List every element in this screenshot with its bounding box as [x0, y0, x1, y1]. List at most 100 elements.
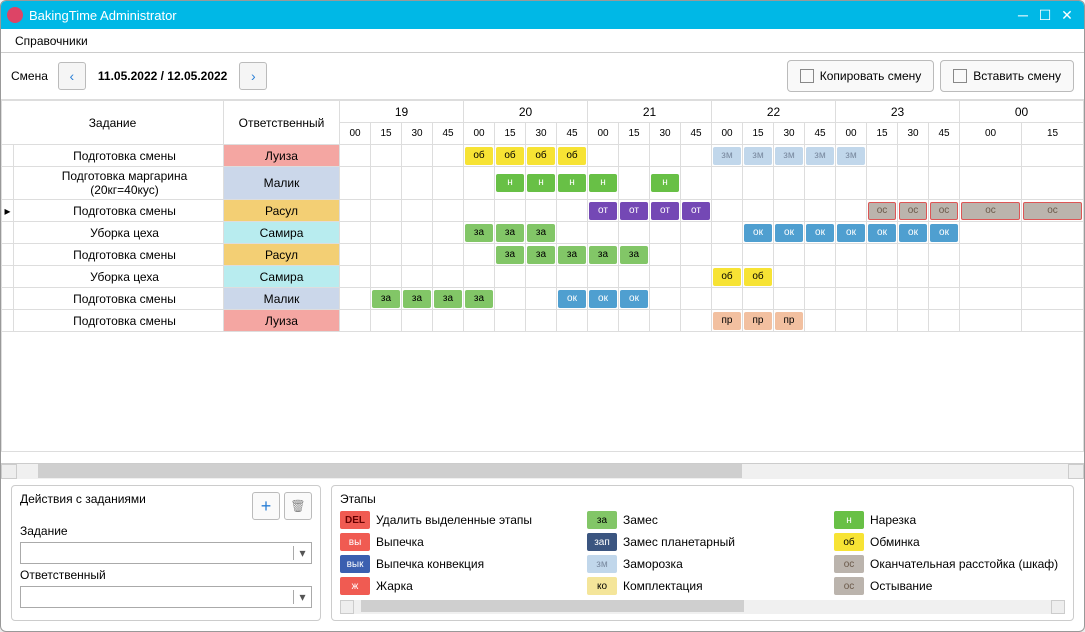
add-task-button[interactable]: +	[252, 492, 280, 520]
schedule-cell[interactable]	[681, 167, 712, 200]
schedule-cell[interactable]	[743, 244, 774, 266]
schedule-cell[interactable]	[650, 310, 681, 332]
schedule-cell[interactable]	[371, 200, 402, 222]
task-cell[interactable]: Уборка цеха	[14, 266, 224, 288]
schedule-cell[interactable]	[464, 310, 495, 332]
schedule-cell[interactable]	[588, 310, 619, 332]
schedule-cell[interactable]	[402, 145, 433, 167]
schedule-cell[interactable]	[495, 200, 526, 222]
schedule-cell[interactable]	[681, 288, 712, 310]
schedule-cell[interactable]	[898, 244, 929, 266]
schedule-cell[interactable]	[867, 200, 898, 222]
schedule-cell[interactable]	[867, 266, 898, 288]
schedule-cell[interactable]	[681, 222, 712, 244]
stage-block-za[interactable]	[372, 290, 400, 308]
schedule-cell[interactable]	[867, 145, 898, 167]
schedule-cell[interactable]	[402, 310, 433, 332]
stage-block-os[interactable]	[899, 202, 927, 220]
stage-block-za[interactable]	[496, 246, 524, 264]
schedule-cell[interactable]	[681, 145, 712, 167]
stage-block-ok[interactable]	[775, 224, 803, 242]
schedule-cell[interactable]	[464, 266, 495, 288]
schedule-cell[interactable]	[960, 266, 1022, 288]
schedule-cell[interactable]	[712, 244, 743, 266]
stage-block-za[interactable]	[527, 224, 555, 242]
paste-shift-button[interactable]: Вставить смену	[940, 60, 1074, 92]
stage-block-os[interactable]	[868, 202, 896, 220]
schedule-cell[interactable]	[650, 200, 681, 222]
schedule-cell[interactable]	[433, 167, 464, 200]
schedule-cell[interactable]	[774, 288, 805, 310]
stage-legend-item[interactable]: жЖарка	[340, 576, 571, 596]
task-cell[interactable]: Подготовка смены	[14, 145, 224, 167]
schedule-cell[interactable]	[712, 288, 743, 310]
schedule-cell[interactable]	[898, 167, 929, 200]
schedule-cell[interactable]	[867, 167, 898, 200]
schedule-cell[interactable]	[743, 200, 774, 222]
stage-legend-item[interactable]: DELУдалить выделенные этапы	[340, 510, 571, 530]
schedule-cell[interactable]	[836, 222, 867, 244]
stage-block-za[interactable]	[496, 224, 524, 242]
schedule-cell[interactable]	[619, 310, 650, 332]
schedule-cell[interactable]	[340, 310, 371, 332]
schedule-cell[interactable]	[929, 266, 960, 288]
schedule-cell[interactable]	[433, 222, 464, 244]
schedule-cell[interactable]	[1022, 222, 1084, 244]
task-cell[interactable]: Подготовка смены	[14, 310, 224, 332]
stage-block-ob[interactable]	[558, 147, 586, 165]
schedule-cell[interactable]	[650, 266, 681, 288]
responsible-cell[interactable]: Расул	[224, 200, 340, 222]
stage-block-za[interactable]	[465, 290, 493, 308]
schedule-cell[interactable]	[712, 266, 743, 288]
stage-legend-item[interactable]: заЗамес	[587, 510, 818, 530]
stage-legend-item[interactable]: змЗаморозка	[587, 554, 818, 574]
schedule-cell[interactable]	[898, 145, 929, 167]
responsible-cell[interactable]: Луиза	[224, 145, 340, 167]
schedule-cell[interactable]	[588, 222, 619, 244]
copy-shift-button[interactable]: Копировать смену	[787, 60, 935, 92]
schedule-cell[interactable]	[650, 167, 681, 200]
table-row[interactable]: Уборка цехаСамира	[2, 222, 1084, 244]
schedule-cell[interactable]	[402, 288, 433, 310]
stage-legend-item[interactable]: нНарезка	[834, 510, 1065, 530]
table-row[interactable]: Подготовка сменыЛуиза	[2, 145, 1084, 167]
schedule-cell[interactable]	[526, 266, 557, 288]
schedule-cell[interactable]	[526, 200, 557, 222]
stage-legend-item[interactable]: выкВыпечка конвекция	[340, 554, 571, 574]
schedule-cell[interactable]	[929, 167, 960, 200]
stage-block-ob[interactable]	[527, 147, 555, 165]
task-combo[interactable]: ▾	[20, 542, 312, 564]
grid-horizontal-scrollbar[interactable]	[1, 463, 1084, 479]
table-row[interactable]: Подготовка сменыРасул	[2, 244, 1084, 266]
schedule-cell[interactable]	[867, 222, 898, 244]
schedule-cell[interactable]	[557, 266, 588, 288]
stage-block-ok[interactable]	[899, 224, 927, 242]
schedule-cell[interactable]	[433, 244, 464, 266]
schedule-cell[interactable]	[402, 222, 433, 244]
schedule-cell[interactable]	[743, 167, 774, 200]
schedule-cell[interactable]	[898, 288, 929, 310]
delete-task-button[interactable]: 🗑	[284, 492, 312, 520]
next-shift-button[interactable]: ›	[239, 62, 267, 90]
stage-block-ok[interactable]	[620, 290, 648, 308]
schedule-cell[interactable]	[557, 288, 588, 310]
stage-block-za[interactable]	[465, 224, 493, 242]
schedule-cell[interactable]	[340, 222, 371, 244]
stage-block-za[interactable]	[527, 246, 555, 264]
schedule-cell[interactable]	[402, 244, 433, 266]
stage-block-za[interactable]	[589, 246, 617, 264]
schedule-cell[interactable]	[1022, 288, 1084, 310]
responsible-cell[interactable]: Малик	[224, 288, 340, 310]
stage-block-pr[interactable]	[713, 312, 741, 330]
schedule-cell[interactable]	[1022, 200, 1084, 222]
maximize-button[interactable]: ☐	[1034, 5, 1056, 25]
stage-legend-item[interactable]: обОбминка	[834, 532, 1065, 552]
schedule-cell[interactable]	[526, 222, 557, 244]
stage-block-ot[interactable]	[682, 202, 710, 220]
schedule-cell[interactable]	[526, 244, 557, 266]
schedule-cell[interactable]	[495, 288, 526, 310]
table-row[interactable]: ▸Подготовка сменыРасул	[2, 200, 1084, 222]
schedule-cell[interactable]	[743, 145, 774, 167]
schedule-cell[interactable]	[371, 266, 402, 288]
stage-block-ot[interactable]	[620, 202, 648, 220]
